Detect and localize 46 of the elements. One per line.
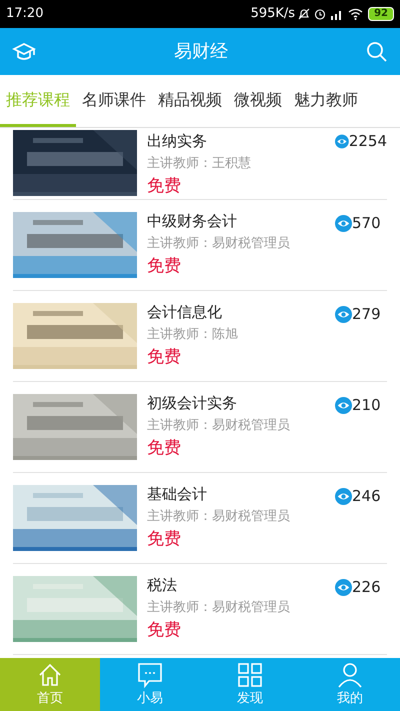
user-icon — [336, 660, 364, 689]
teacher-name: 主讲教师：易财税管理员 — [147, 598, 291, 617]
eye-icon — [335, 306, 352, 323]
alarm-icon — [314, 8, 326, 20]
app-title: 易财经 — [174, 40, 228, 64]
course-title[interactable]: 基础会计 — [147, 483, 335, 506]
view-count: 570 — [352, 213, 381, 234]
teacher-name: 主讲教师：陈旭 — [147, 326, 239, 344]
view-count: 2254 — [348, 131, 387, 152]
eye-icon — [335, 214, 352, 232]
category-tab[interactable]: 微视频 — [228, 75, 288, 127]
teacher-name: 主讲教师：易财税管理员 — [147, 508, 291, 526]
price-label: 免费 — [147, 528, 182, 552]
bell-off-icon — [298, 8, 310, 20]
wifi-icon — [348, 8, 364, 20]
course-title[interactable]: 会计信息化 — [147, 301, 335, 324]
status-time: 17:20 — [6, 5, 44, 24]
price-label: 免费 — [147, 619, 182, 642]
course-title[interactable]: 出纳实务 — [147, 130, 335, 152]
search-icon[interactable] — [366, 40, 388, 62]
view-count: 210 — [352, 395, 381, 416]
graduation-cap-icon[interactable] — [12, 42, 36, 62]
price-label: 免费 — [147, 346, 182, 370]
teacher-name: 主讲教师：易财税管理员 — [147, 234, 291, 253]
course-title[interactable]: 中级财务会计 — [147, 210, 335, 233]
teacher-name: 主讲教师：易财税管理员 — [147, 416, 291, 435]
view-count: 279 — [352, 304, 381, 325]
category-tab[interactable]: 魅力教师 — [288, 75, 364, 127]
battery-indicator: 92 — [368, 7, 394, 21]
eye-icon — [335, 578, 352, 596]
teacher-name: 主讲教师：王积慧 — [147, 154, 252, 172]
network-speed: 595K/s — [250, 5, 296, 24]
course-title[interactable]: 税法 — [147, 574, 335, 597]
category-tab[interactable]: 名师课件 — [76, 75, 152, 127]
grid-icon — [236, 660, 264, 689]
course-title[interactable]: 初级会计实务 — [147, 392, 335, 415]
eye-icon — [335, 132, 349, 150]
price-label: 免费 — [147, 437, 182, 460]
eye-icon — [335, 396, 352, 414]
view-count: 246 — [352, 486, 381, 507]
price-label: 免费 — [147, 255, 182, 278]
eye-icon — [335, 488, 352, 505]
category-tab[interactable]: 精品视频 — [152, 75, 228, 127]
price-label: 免费 — [147, 175, 182, 198]
chat-icon — [136, 660, 164, 689]
view-count: 226 — [352, 577, 381, 598]
